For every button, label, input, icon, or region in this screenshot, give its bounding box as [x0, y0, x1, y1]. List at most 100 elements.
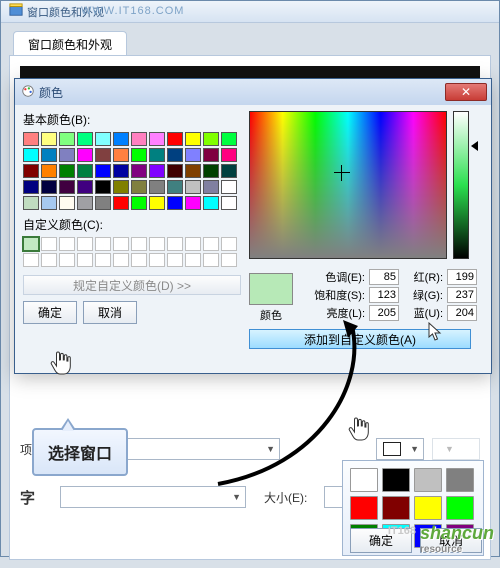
green-input[interactable] [447, 287, 477, 303]
custom-color-swatch[interactable] [113, 237, 129, 251]
custom-color-swatch[interactable] [167, 253, 183, 267]
basic-color-swatch[interactable] [41, 196, 57, 210]
basic-color-swatch[interactable] [23, 164, 39, 178]
basic-color-swatch[interactable] [77, 132, 93, 146]
red-input[interactable] [447, 269, 477, 285]
basic-color-swatch[interactable] [203, 196, 219, 210]
basic-color-swatch[interactable] [185, 180, 201, 194]
basic-color-swatch[interactable] [113, 148, 129, 162]
custom-color-swatch[interactable] [23, 237, 39, 251]
basic-color-swatch[interactable] [221, 148, 237, 162]
basic-color-swatch[interactable] [167, 180, 183, 194]
basic-color-swatch[interactable] [59, 180, 75, 194]
hue-sat-field[interactable] [249, 111, 447, 259]
font-select[interactable]: ▼ [60, 486, 246, 508]
basic-color-swatch[interactable] [23, 132, 39, 146]
custom-color-swatch[interactable] [95, 237, 111, 251]
basic-color-swatch[interactable] [113, 164, 129, 178]
mini-color-swatch[interactable] [446, 468, 474, 492]
basic-color-swatch[interactable] [113, 196, 129, 210]
mini-color-swatch[interactable] [414, 468, 442, 492]
color1-select[interactable]: ▼ [376, 438, 424, 460]
basic-color-swatch[interactable] [23, 196, 39, 210]
basic-color-swatch[interactable] [167, 132, 183, 146]
custom-color-swatch[interactable] [149, 253, 165, 267]
dialog-cancel-button[interactable]: 取消 [83, 301, 137, 324]
basic-color-swatch[interactable] [131, 196, 147, 210]
basic-color-swatch[interactable] [23, 180, 39, 194]
basic-color-swatch[interactable] [131, 148, 147, 162]
custom-color-swatch[interactable] [41, 253, 57, 267]
custom-color-swatch[interactable] [113, 253, 129, 267]
custom-color-swatch[interactable] [41, 237, 57, 251]
basic-color-swatch[interactable] [77, 196, 93, 210]
mini-color-swatch[interactable] [382, 468, 410, 492]
hue-input[interactable] [369, 269, 399, 285]
basic-color-swatch[interactable] [113, 132, 129, 146]
sat-input[interactable] [369, 287, 399, 303]
mini-color-swatch[interactable] [414, 496, 442, 520]
custom-color-swatch[interactable] [203, 253, 219, 267]
custom-color-swatch[interactable] [185, 253, 201, 267]
basic-color-swatch[interactable] [221, 180, 237, 194]
blue-input[interactable] [447, 305, 477, 321]
basic-color-swatch[interactable] [59, 148, 75, 162]
luminance-bar[interactable] [453, 111, 469, 259]
basic-color-swatch[interactable] [203, 132, 219, 146]
basic-color-swatch[interactable] [59, 132, 75, 146]
basic-color-swatch[interactable] [149, 196, 165, 210]
custom-color-swatch[interactable] [23, 253, 39, 267]
tab-appearance[interactable]: 窗口颜色和外观 [13, 31, 127, 55]
basic-color-swatch[interactable] [221, 132, 237, 146]
dialog-ok-button[interactable]: 确定 [23, 301, 77, 324]
basic-color-swatch[interactable] [41, 132, 57, 146]
basic-color-swatch[interactable] [95, 164, 111, 178]
basic-color-swatch[interactable] [185, 148, 201, 162]
basic-color-swatch[interactable] [23, 148, 39, 162]
custom-color-swatch[interactable] [221, 237, 237, 251]
basic-color-swatch[interactable] [41, 164, 57, 178]
basic-color-swatch[interactable] [59, 196, 75, 210]
basic-color-swatch[interactable] [149, 148, 165, 162]
basic-color-swatch[interactable] [185, 132, 201, 146]
basic-color-swatch[interactable] [203, 148, 219, 162]
custom-color-swatch[interactable] [59, 253, 75, 267]
basic-color-swatch[interactable] [149, 132, 165, 146]
basic-color-swatch[interactable] [221, 196, 237, 210]
custom-color-swatch[interactable] [95, 253, 111, 267]
basic-color-swatch[interactable] [131, 180, 147, 194]
luminance-arrow-icon[interactable] [471, 141, 478, 151]
basic-color-swatch[interactable] [167, 148, 183, 162]
basic-color-swatch[interactable] [203, 180, 219, 194]
basic-color-swatch[interactable] [185, 196, 201, 210]
custom-color-swatch[interactable] [131, 237, 147, 251]
basic-color-swatch[interactable] [149, 164, 165, 178]
custom-color-swatch[interactable] [185, 237, 201, 251]
basic-color-swatch[interactable] [113, 180, 129, 194]
basic-color-swatch[interactable] [77, 148, 93, 162]
basic-color-swatch[interactable] [59, 164, 75, 178]
custom-color-swatch[interactable] [221, 253, 237, 267]
custom-color-swatch[interactable] [167, 237, 183, 251]
custom-color-swatch[interactable] [77, 253, 93, 267]
custom-color-swatch[interactable] [77, 237, 93, 251]
close-button[interactable]: ✕ [445, 83, 487, 101]
basic-color-swatch[interactable] [77, 180, 93, 194]
basic-color-swatch[interactable] [203, 164, 219, 178]
mini-color-swatch[interactable] [350, 496, 378, 520]
basic-color-swatch[interactable] [167, 164, 183, 178]
basic-color-swatch[interactable] [95, 180, 111, 194]
basic-color-swatch[interactable] [95, 148, 111, 162]
basic-color-swatch[interactable] [77, 164, 93, 178]
custom-color-swatch[interactable] [203, 237, 219, 251]
custom-color-swatch[interactable] [131, 253, 147, 267]
mini-color-swatch[interactable] [382, 496, 410, 520]
basic-color-swatch[interactable] [167, 196, 183, 210]
mini-color-swatch[interactable] [446, 496, 474, 520]
basic-color-swatch[interactable] [41, 148, 57, 162]
custom-color-swatch[interactable] [149, 237, 165, 251]
basic-color-swatch[interactable] [149, 180, 165, 194]
basic-color-swatch[interactable] [95, 196, 111, 210]
lum-input[interactable] [369, 305, 399, 321]
basic-color-swatch[interactable] [131, 132, 147, 146]
